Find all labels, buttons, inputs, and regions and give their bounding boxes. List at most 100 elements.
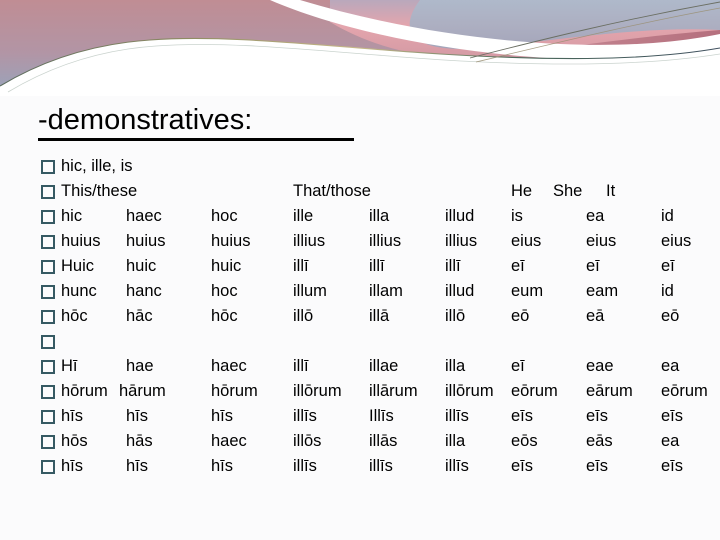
table-row: hōs hās haec illōs illās illa eōs eās ea [41, 429, 719, 454]
table-row: hic, ille, is [41, 154, 719, 179]
table-cell: hōs [61, 432, 88, 450]
table-row-cells: hīs hīs hīs illīs Illīs illīs eīs eīs eīs [41, 404, 719, 429]
table-row: hīs hīs hīs illīs illīs illīs eīs eīs eīs [41, 454, 719, 479]
header-banner-graphic [0, 0, 720, 96]
table-cell: ille [293, 207, 314, 225]
table-cell: eīs [511, 457, 534, 475]
table-row: hōc hāc hōc illō illā illō eō eā eō [41, 304, 719, 329]
table-row: huius huius huius illius illius illius eius eiu… [41, 229, 719, 254]
table-cell: haec [211, 432, 247, 450]
table-cell: huic [126, 257, 157, 275]
table-row-cells: hōc hāc hōc illō illā illō eō eā eō [41, 304, 719, 329]
table-cell: illa [369, 207, 390, 225]
table-cell: huius [211, 232, 251, 250]
table-row-cells: huius huius huius illius illius illius eius eiu… [41, 229, 719, 254]
table-cell: hōc [211, 307, 238, 325]
table-cell: illī [445, 257, 461, 275]
table-cell: eō [661, 307, 680, 325]
table-cell: hīs [61, 457, 84, 475]
table-cell: illīs [445, 457, 469, 475]
table-cell: hīs [61, 407, 84, 425]
table-cell: illīs [369, 457, 393, 475]
table-cell: It [606, 182, 616, 200]
table-cell: illius [445, 232, 478, 250]
table-cell: illa [445, 432, 466, 450]
table-cell: illa [445, 357, 466, 375]
table-cell: eius [586, 232, 617, 250]
table-row-cells: hōrum hārum hōrum illōrum illārum illōrum eōru… [41, 379, 719, 404]
table-cell: huius [61, 232, 101, 250]
table-row-cells: Hī hae haec illī illae illa eī eae ea [41, 354, 719, 379]
table-cell: eās [586, 432, 613, 450]
table-cell: hōc [61, 307, 88, 325]
table-row: hic haec hoc ille illa illud is ea id [41, 204, 719, 229]
table-row [41, 329, 719, 354]
table-cell: id [661, 207, 674, 225]
table-cell: hāc [126, 307, 153, 325]
table-cell: illīs [445, 407, 469, 425]
table-cell: hoc [211, 207, 238, 225]
table-cell: eō [511, 307, 530, 325]
table-cell: eīs [661, 407, 684, 425]
table-cell: hic [61, 207, 83, 225]
table-cell: Hī [61, 357, 78, 375]
table-cell: eī [511, 357, 525, 375]
table-cell: ea [661, 432, 680, 450]
table-cell: eī [661, 257, 675, 275]
table-cell: illās [369, 432, 398, 450]
table-cell: huius [126, 232, 166, 250]
table-row-cells: Huic huic huic illī illī illī eī eī eī [41, 254, 719, 279]
table-cell: eam [586, 282, 619, 300]
table-cell: hārum [119, 382, 166, 400]
table-cell: eīs [511, 407, 534, 425]
table-cell: eōrum [511, 382, 558, 400]
table-cell: illōrum [293, 382, 342, 400]
table-row-cells: hic, ille, is [41, 154, 719, 179]
page-title-underline [38, 138, 354, 141]
table-cell: illīs [293, 407, 317, 425]
table-cell: She [553, 182, 583, 200]
table-cell: illīs [293, 457, 317, 475]
table-cell: illum [293, 282, 327, 300]
table-row-cells [41, 329, 719, 354]
table-cell: illō [293, 307, 314, 325]
page-title-text: -demonstratives: [38, 104, 253, 136]
table-row-cells: This/these That/those He She It [41, 179, 719, 204]
table-row-cells: hunc hanc hoc illum illam illud eum eam id [41, 279, 719, 304]
table-row-cells: hōs hās haec illōs illās illa eōs eās ea [41, 429, 719, 454]
demonstratives-table: hic, ille, is This/these That/those He She It… [41, 154, 719, 479]
table-cell: illī [293, 257, 309, 275]
table-cell: eīs [586, 407, 609, 425]
table-row: This/these That/those He She It [41, 179, 719, 204]
table-cell: This/these [61, 182, 138, 200]
table-row: Hī hae haec illī illae illa eī eae ea [41, 354, 719, 379]
table-cell: illārum [369, 382, 418, 400]
table-row-text: hic, ille, is [61, 157, 133, 175]
table-cell: hās [126, 432, 153, 450]
table-cell: illā [369, 307, 390, 325]
table-row-cells: hīs hīs hīs illīs illīs illīs eīs eīs eīs [41, 454, 719, 479]
table-cell: illī [369, 257, 385, 275]
table-cell: hīs [126, 407, 149, 425]
table-cell: hīs [211, 407, 234, 425]
table-row: Huic huic huic illī illī illī eī eī eī [41, 254, 719, 279]
table-cell: eārum [586, 382, 633, 400]
table-cell: illius [293, 232, 326, 250]
table-cell: hōrum [61, 382, 108, 400]
table-cell: ea [661, 357, 680, 375]
table-cell: eī [511, 257, 525, 275]
table-cell: hōrum [211, 382, 258, 400]
table-row: hīs hīs hīs illīs Illīs illīs eīs eīs eīs [41, 404, 719, 429]
table-cell: illī [293, 357, 309, 375]
table-cell: eīs [661, 457, 684, 475]
table-cell: illam [369, 282, 403, 300]
table-cell: id [661, 282, 674, 300]
table-cell: hunc [61, 282, 97, 300]
page-title: -demonstratives: [38, 103, 354, 141]
table-cell: Illīs [369, 407, 394, 425]
table-cell: hae [126, 357, 154, 375]
table-cell: He [511, 182, 533, 200]
table-cell: is [511, 207, 523, 225]
table-cell: eum [511, 282, 544, 300]
table-cell: haec [211, 357, 247, 375]
